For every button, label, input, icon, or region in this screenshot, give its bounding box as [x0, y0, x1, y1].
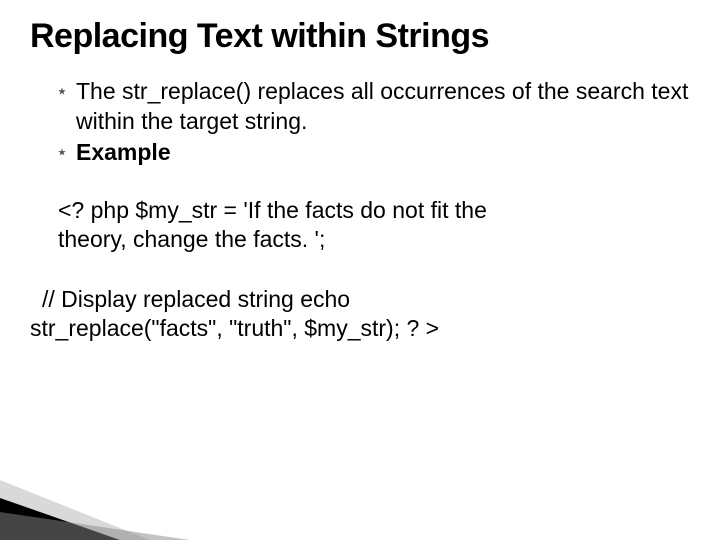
bullet-list: The str_replace() replaces all occurrenc… — [30, 77, 690, 167]
bullet-item: Example — [58, 138, 690, 167]
code-paragraph-1: <? php $my_str = 'If the facts do not fi… — [30, 196, 690, 255]
code-line: <? php $my_str = 'If the facts do not fi… — [58, 197, 487, 223]
slide-title: Replacing Text within Strings — [30, 18, 690, 55]
bullet-item: The str_replace() replaces all occurrenc… — [58, 77, 690, 136]
code-line: theory, change the facts. '; — [58, 226, 325, 252]
code-line: // Display replaced string echo — [42, 286, 350, 312]
code-paragraph-2: // Display replaced string echo str_repl… — [30, 285, 690, 344]
slide: Replacing Text within Strings The str_re… — [0, 0, 720, 540]
code-line: str_replace("facts", "truth", $my_str); … — [30, 314, 690, 343]
